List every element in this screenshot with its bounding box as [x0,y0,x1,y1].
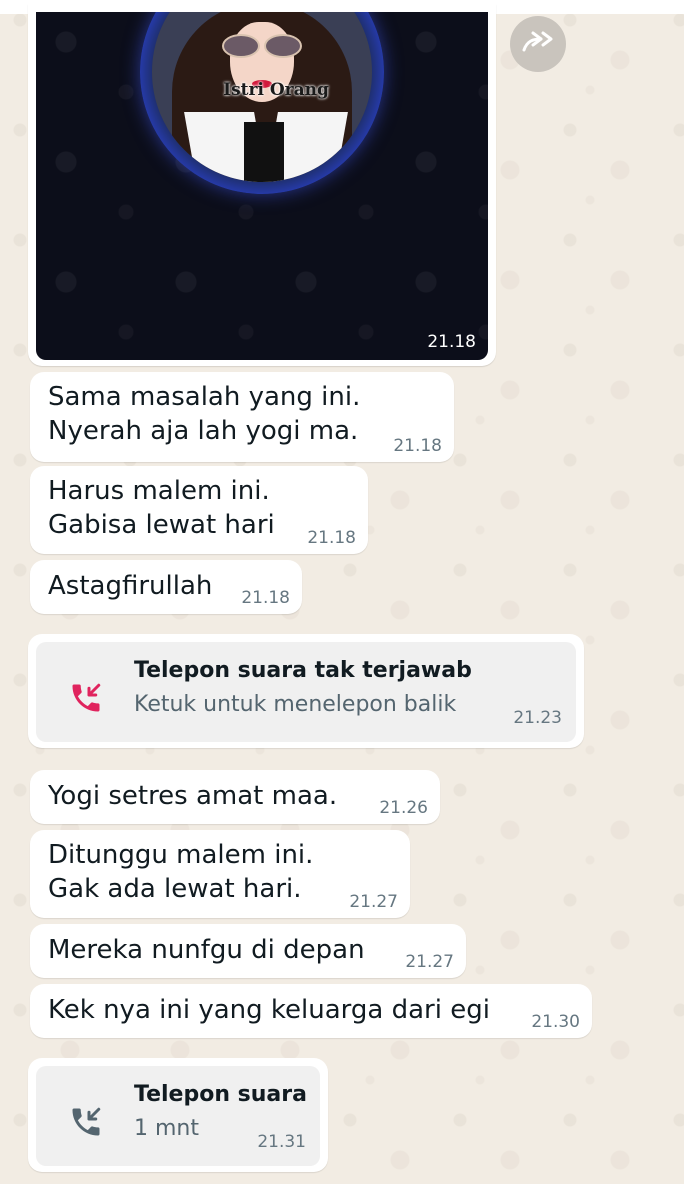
message-text: Astagfirullah [48,571,213,601]
message-text: Ditunggu malem ini. Gak ada lewat hari. [48,840,314,904]
voice-call-message[interactable]: Telepon suara 1 mnt 21.31 [28,1058,328,1172]
message-bubble[interactable]: Yogi setres amat maa. 21.26 [30,770,440,824]
message-time: 21.27 [405,952,454,972]
voice-call-card[interactable]: Telepon suara 1 mnt 21.31 [36,1066,320,1166]
forward-button[interactable] [510,16,566,72]
message-text: Yogi setres amat maa. [48,781,338,811]
shirt-shape [244,122,284,182]
missed-call-card[interactable]: Telepon suara tak terjawab Ketuk untuk m… [36,642,576,742]
message-text: Kek nya ini yang keluarga dari egi [48,995,490,1025]
call-time: 21.23 [513,708,562,728]
message-bubble[interactable]: Ditunggu malem ini. Gak ada lewat hari. … [30,830,410,918]
missed-call-message[interactable]: Telepon suara tak terjawab Ketuk untuk m… [28,634,584,748]
message-time: 21.26 [379,798,428,818]
image-preview[interactable]: Istri Orang 21.18 [36,12,488,360]
message-text: Harus malem ini. Gabisa lewat hari [48,476,275,540]
call-subtitle: Ketuk untuk menelepon balik [134,692,457,717]
message-time: 21.18 [307,528,356,548]
call-title: Telepon suara tak terjawab [134,658,472,683]
message-time: 21.27 [349,892,398,912]
message-time: 21.18 [393,436,442,456]
message-bubble[interactable]: Sama masalah yang ini. Nyerah aja lah yo… [30,372,454,462]
call-subtitle: 1 mnt [134,1116,199,1141]
image-watermark: Istri Orang [223,80,329,100]
message-bubble[interactable]: Astagfirullah 21.18 [30,560,302,614]
message-text: Mereka nunfgu di depan [48,935,365,965]
message-bubble[interactable]: Mereka nunfgu di depan 21.27 [30,924,466,978]
forward-icon [522,31,553,52]
incoming-call-icon [72,1107,101,1136]
message-time: 21.30 [531,1012,580,1032]
avatar-photo: Istri Orang [152,12,372,182]
message-bubble[interactable]: Kek nya ini yang keluarga dari egi 21.30 [30,984,592,1038]
image-timestamp: 21.18 [427,332,476,352]
message-text: Sama masalah yang ini. Nyerah aja lah yo… [48,382,361,446]
missed-call-icon [72,683,101,712]
call-title: Telepon suara [134,1082,307,1107]
call-time: 21.31 [257,1132,306,1152]
sunglasses-shape [222,34,302,58]
message-time: 21.18 [241,588,290,608]
message-bubble[interactable]: Harus malem ini. Gabisa lewat hari 21.18 [30,466,368,554]
image-message[interactable]: Istri Orang 21.18 [28,4,496,366]
